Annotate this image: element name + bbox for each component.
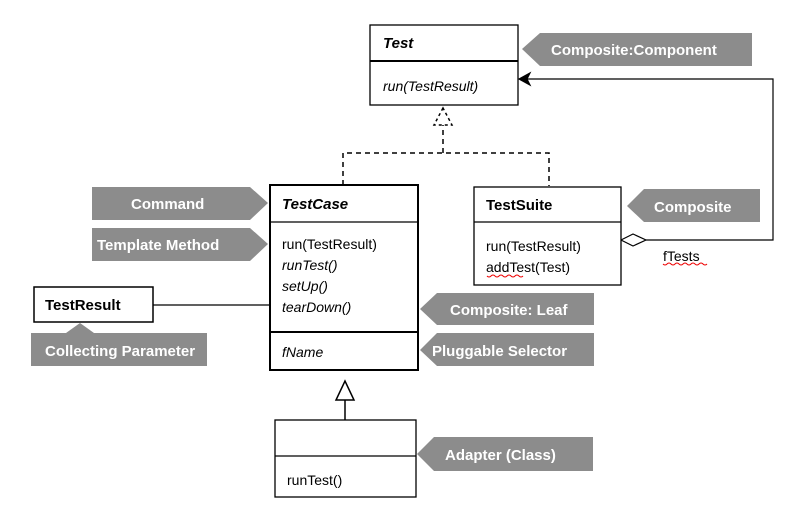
tag-label: Command: [131, 196, 204, 213]
operation: runTest(): [287, 472, 342, 488]
class-name: TestCase: [282, 196, 348, 213]
class-name: TestResult: [45, 297, 121, 314]
realization-arrowhead: [432, 106, 454, 126]
class-testresult[interactable]: TestResult: [33, 286, 154, 323]
tag-label: Template Method: [97, 237, 219, 254]
tag-label: Composite: [654, 199, 732, 216]
tag-composite-component: Composite:Component: [522, 33, 752, 66]
tag-label: Composite:Component: [551, 42, 717, 59]
tag-command: Command: [92, 187, 268, 220]
class-name: TestSuite: [486, 197, 552, 214]
operation: tearDown(): [282, 299, 351, 315]
operation: run(TestResult): [282, 236, 377, 252]
generalization-connector: [334, 379, 356, 420]
tag-composite: Composite: [627, 189, 760, 222]
operation: run(TestResult): [383, 78, 478, 94]
operation: addTest(Test): [486, 259, 570, 275]
class-adapter-subclass[interactable]: runTest(): [274, 419, 417, 498]
class-testcase[interactable]: TestCase run(TestResult) runTest() setUp…: [269, 184, 419, 371]
operation: run(TestResult): [486, 238, 581, 254]
tag-pluggable-selector: Pluggable Selector: [420, 333, 594, 366]
association-label: fTests: [663, 248, 700, 264]
class-test[interactable]: Test run(TestResult): [369, 24, 519, 106]
realization-connectors: [342, 106, 550, 186]
tag-adapter-class: Adapter (Class): [417, 437, 593, 471]
class-name: Test: [383, 35, 414, 52]
tag-label: Adapter (Class): [445, 447, 556, 464]
spellcheck-underline: [662, 262, 708, 266]
operation: setUp(): [282, 278, 328, 294]
tag-label: Composite: Leaf: [450, 302, 569, 319]
tag-collecting-parameter: Collecting Parameter: [31, 323, 207, 366]
field: fName: [282, 344, 323, 360]
operation: runTest(): [282, 257, 338, 273]
tag-template-method: Template Method: [92, 228, 268, 261]
tag-composite-leaf: Composite: Leaf: [420, 293, 594, 325]
uml-class-diagram: Test run(TestResult) TestCase run(TestRe…: [31, 24, 774, 498]
aggregation-diamond: [619, 233, 648, 247]
class-testsuite[interactable]: TestSuite run(TestResult) addTest(Test): [473, 186, 622, 286]
tag-label: Pluggable Selector: [432, 343, 567, 360]
tag-label: Collecting Parameter: [45, 343, 195, 360]
